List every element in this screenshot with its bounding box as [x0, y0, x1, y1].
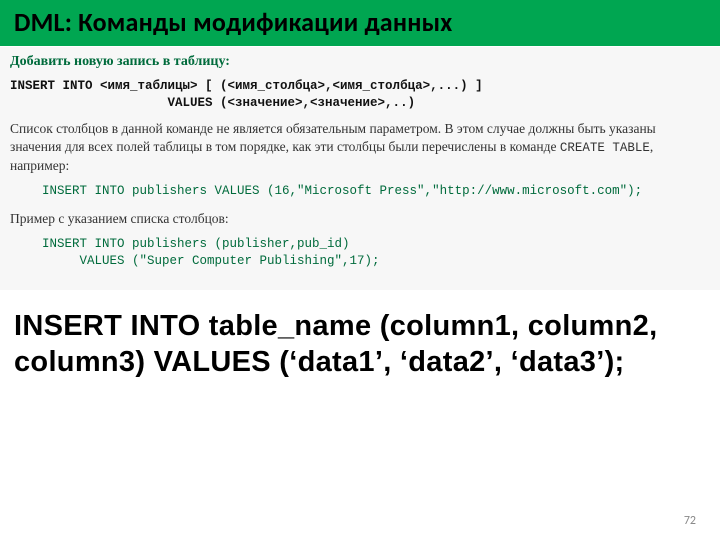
- slide-content: Добавить новую запись в таблицу: INSERT …: [0, 47, 720, 290]
- example-2-line-1: INSERT INTO publishers (publisher,pub_id…: [42, 237, 350, 251]
- insert-syntax-block: INSERT INTO <имя_таблицы> [ (<имя_столбц…: [10, 78, 710, 112]
- example-2: INSERT INTO publishers (publisher,pub_id…: [42, 236, 710, 270]
- slide-title: DML: Команды модификации данных: [14, 6, 706, 38]
- create-table-keyword: CREATE TABLE: [560, 141, 650, 155]
- page-number: 72: [684, 514, 696, 528]
- syntax-line-2: VALUES (<значение>,<значение>,..): [10, 96, 415, 110]
- section-subtitle: Добавить новую запись в таблицу:: [10, 53, 710, 72]
- example-1: INSERT INTO publishers VALUES (16,"Micro…: [42, 183, 710, 200]
- syntax-line-1: INSERT INTO <имя_таблицы> [ (<имя_столбц…: [10, 79, 483, 93]
- explanation-paragraph: Список столбцов в данной команде не явля…: [10, 120, 710, 175]
- example-2-intro: Пример с указанием списка столбцов:: [10, 210, 710, 228]
- large-syntax-summary: INSERT INTO table_name (column1, column2…: [0, 290, 720, 381]
- slide-header: DML: Команды модификации данных: [0, 0, 720, 47]
- example-2-line-2: VALUES ("Super Computer Publishing",17);: [42, 254, 380, 268]
